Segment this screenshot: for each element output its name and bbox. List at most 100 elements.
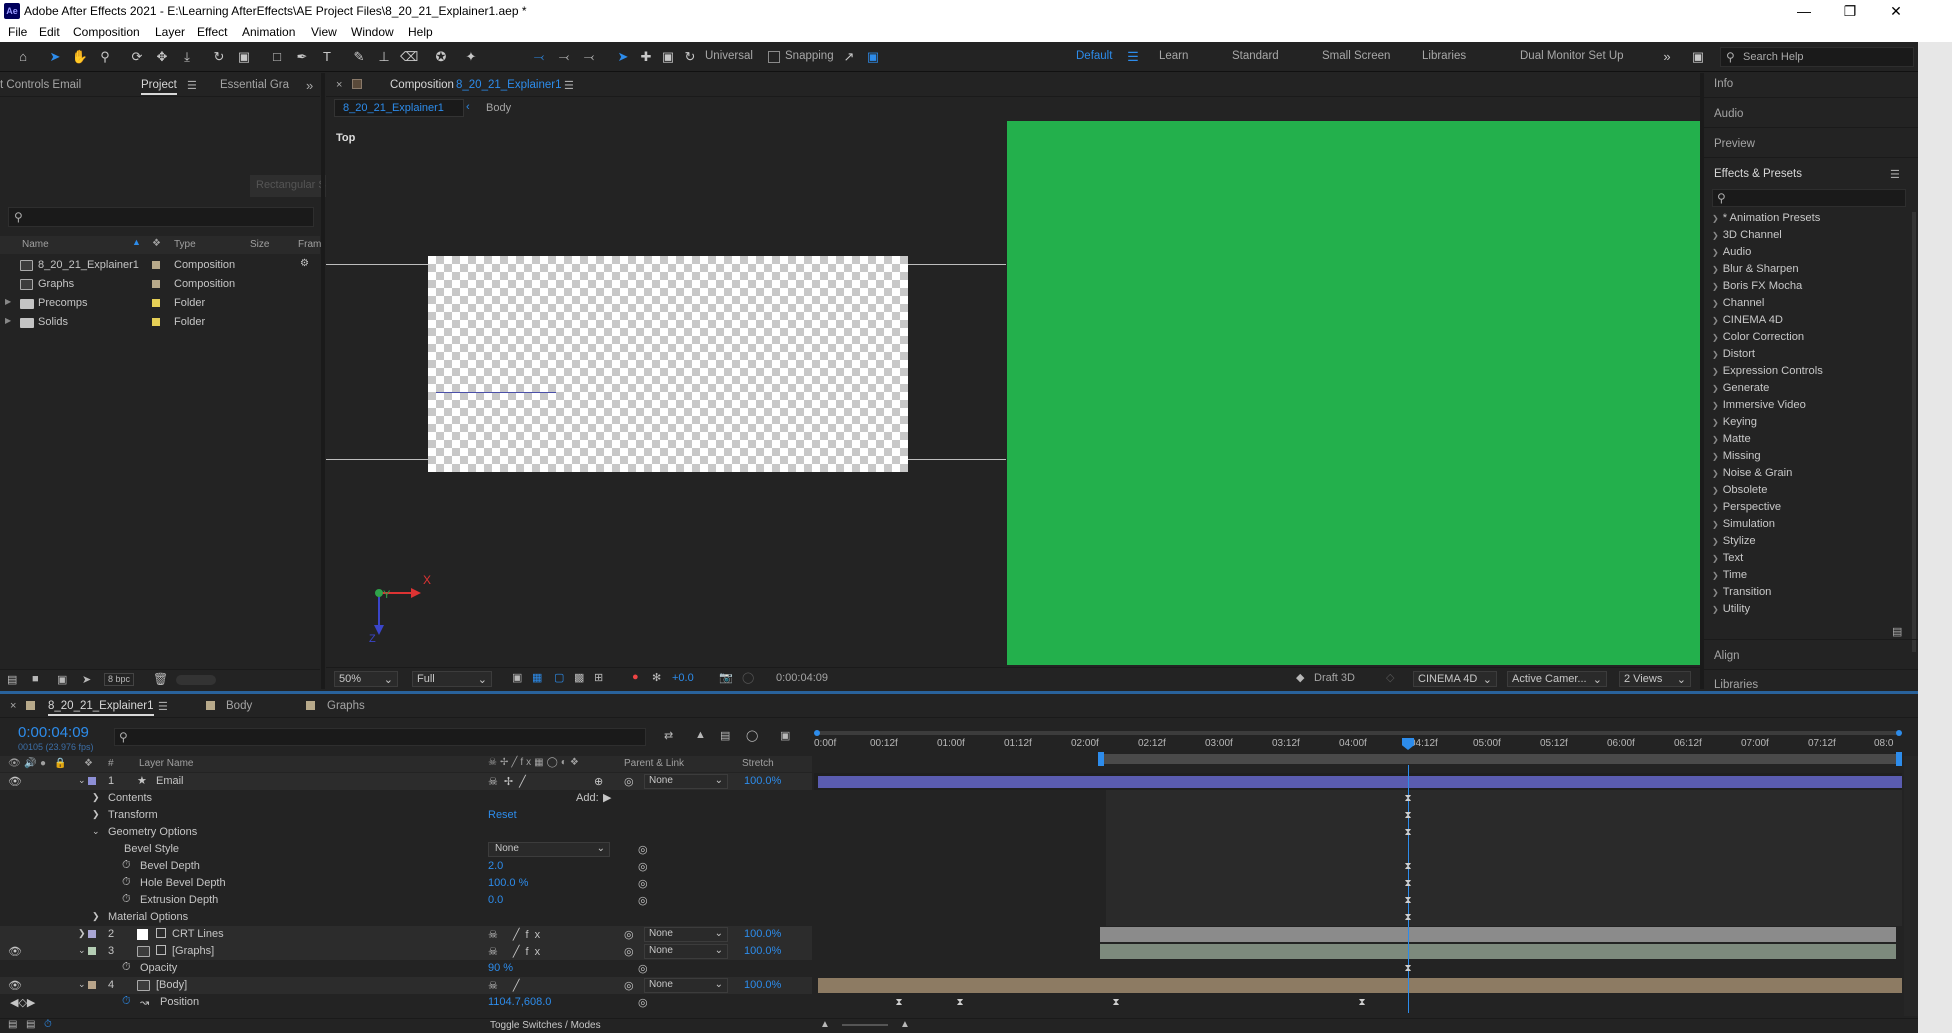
comp-mini-flowchart-icon[interactable]: ⇄ xyxy=(664,729,673,742)
collapse-chevron-icon[interactable]: ⌄ xyxy=(78,979,86,990)
current-time[interactable]: 0:00:04:09 xyxy=(776,672,828,684)
parent-dropdown[interactable]: None ⌄ xyxy=(644,944,728,959)
effect-category[interactable]: ❯ Distort xyxy=(1712,348,1755,365)
tab-effect-controls[interactable]: t Controls Email xyxy=(0,79,81,91)
layer-switches[interactable]: ☠✢╱ xyxy=(488,775,532,788)
project-item[interactable]: ▶ Solids Folder xyxy=(0,313,320,332)
expand-chevron-icon[interactable]: ❯ xyxy=(92,911,100,922)
tab-project[interactable]: Project xyxy=(141,79,177,95)
column-stretch[interactable]: Stretch xyxy=(742,758,774,769)
pickwhip-icon[interactable]: ◎ xyxy=(624,775,634,788)
extended-viewer-icon[interactable]: ◇ xyxy=(1386,671,1394,684)
keyframe-icon[interactable]: ⧗ xyxy=(1403,794,1413,804)
switches-icons[interactable]: ☠✢╱fx▦◯◐❖ xyxy=(488,757,582,768)
keyframe-icon[interactable]: ⧗ xyxy=(1403,811,1413,821)
property-value[interactable]: 90 % xyxy=(488,962,513,974)
effect-category[interactable]: ❯ 3D Channel xyxy=(1712,229,1782,246)
graph-editor-icon[interactable]: ▣ xyxy=(780,729,790,742)
clone-stamp-icon[interactable]: ⊥ xyxy=(375,49,393,65)
close-tab-icon[interactable]: × xyxy=(10,700,16,712)
label-color-swatch[interactable] xyxy=(88,930,96,938)
expression-icon[interactable]: ◎ xyxy=(638,877,648,890)
lock-viewer-icon[interactable] xyxy=(352,79,362,89)
property-group[interactable]: ❯ Transform Reset xyxy=(0,807,812,824)
effect-category[interactable]: ❯ Keying xyxy=(1712,416,1757,433)
minimize-icon[interactable]: — xyxy=(1784,2,1824,20)
restore-icon[interactable]: ❐ xyxy=(1830,2,1870,20)
keyframe-icon[interactable]: ⧗ xyxy=(1403,964,1413,974)
panel-menu-icon[interactable]: ☰ xyxy=(187,79,197,92)
visibility-column-icon[interactable]: 👁 xyxy=(8,758,21,769)
label-color-swatch[interactable] xyxy=(152,261,160,269)
property-value[interactable]: 1104.7,608.0 xyxy=(488,996,551,1008)
snapshot-icon[interactable]: 📷 xyxy=(719,671,733,684)
layer-switches[interactable]: ☠ ╱fx xyxy=(488,928,546,941)
stretch-value[interactable]: 100.0% xyxy=(744,979,781,991)
effect-category[interactable]: ❯ Expression Controls xyxy=(1712,365,1823,382)
snapping-checkbox[interactable] xyxy=(768,51,780,63)
bevel-style-dropdown[interactable]: None ⌄ xyxy=(488,842,610,857)
property-row[interactable]: ◀◇▶ ⏱ ↝ Position 1104.7,608.0 ◎ xyxy=(0,994,812,1011)
collapse-chevron-icon[interactable]: ⌄ xyxy=(78,775,86,786)
eye-icon[interactable]: 👁 xyxy=(8,979,22,992)
viewport-active-camera[interactable] xyxy=(1007,121,1700,665)
composition-name[interactable]: 8_20_21_Explainer1 xyxy=(456,79,562,91)
viewport-top[interactable]: Top X Y Z xyxy=(326,121,1006,665)
layer-switches[interactable]: ☠ ╱ xyxy=(488,979,526,992)
tab-timeline-graphs[interactable]: Graphs xyxy=(327,700,365,712)
keyframe-icon[interactable]: ⧗ xyxy=(1111,998,1121,1008)
timeline-current-time[interactable]: 0:00:04:09 xyxy=(18,724,89,741)
property-group[interactable]: ❯ Contents Add: ▶ xyxy=(0,790,812,807)
layer-bar[interactable] xyxy=(1100,944,1896,959)
magnification-dropdown[interactable]: 50% ⌄ xyxy=(334,671,398,687)
more-workspaces-icon[interactable]: » xyxy=(1658,49,1676,65)
effect-category[interactable]: ❯ Color Correction xyxy=(1712,331,1804,348)
workspace-default[interactable]: Default xyxy=(1076,50,1112,62)
layer-bar[interactable] xyxy=(818,776,1902,788)
search-help-toggle-icon[interactable]: ▣ xyxy=(1689,49,1707,65)
layer-bar[interactable] xyxy=(1100,927,1896,942)
label-color-swatch[interactable] xyxy=(88,981,96,989)
effect-category[interactable]: ❯ Channel xyxy=(1712,297,1764,314)
panel-effects-presets[interactable]: Effects & Presets xyxy=(1714,168,1802,180)
panel-menu-icon[interactable]: ☰ xyxy=(1890,168,1900,181)
interpret-footage-icon[interactable]: ▤ xyxy=(7,673,17,686)
layer-row[interactable]: ❯ 2 CRT Lines ☠ ╱fx ◎ None ⌄ 100.0% xyxy=(0,926,812,943)
tab-essential-graphics[interactable]: Essential Gra xyxy=(220,79,289,91)
menu-animation[interactable]: Animation xyxy=(242,25,295,39)
label-color-swatch[interactable] xyxy=(152,280,160,288)
effect-category[interactable]: ❯ Boris FX Mocha xyxy=(1712,280,1802,297)
keyframe-icon[interactable]: ⧗ xyxy=(1403,896,1413,906)
work-area-end-handle[interactable] xyxy=(1896,752,1902,766)
panel-menu-icon[interactable]: ☰ xyxy=(158,700,168,713)
breadcrumb-body[interactable]: Body xyxy=(486,102,511,114)
workspace-small-screen[interactable]: Small Screen xyxy=(1322,50,1390,62)
effect-category[interactable]: ❯ Simulation xyxy=(1712,518,1775,535)
region-of-interest-icon[interactable]: ▩ xyxy=(574,671,584,684)
project-search-field[interactable]: ⚲ xyxy=(8,207,314,227)
effect-category[interactable]: ❯ Noise & Grain xyxy=(1712,467,1792,484)
keyframe-icon[interactable]: ⧗ xyxy=(894,998,904,1008)
sort-ascending-icon[interactable]: ▲ xyxy=(132,237,141,247)
transparency-grid-icon[interactable]: ▦ xyxy=(532,671,542,684)
flowchart-icon[interactable]: ⚙ xyxy=(300,258,309,269)
panel-preview[interactable]: Preview xyxy=(1714,138,1755,150)
column-parent[interactable]: Parent & Link xyxy=(624,758,684,769)
column-type[interactable]: Type xyxy=(174,239,196,250)
expand-chevron-icon[interactable]: ▶ xyxy=(5,297,11,306)
expand-chevron-icon[interactable]: ▶ xyxy=(5,316,11,325)
workspace-libraries[interactable]: Libraries xyxy=(1422,50,1466,62)
local-axis-icon[interactable]: ⤙ xyxy=(530,49,548,65)
time-ruler[interactable]: 0:00f 00:12f 01:00f 01:12f 02:00f 02:12f… xyxy=(814,730,1902,772)
menu-help[interactable]: Help xyxy=(408,25,433,39)
rectangle-tool-icon[interactable]: □ xyxy=(268,49,286,65)
close-tab-icon[interactable]: × xyxy=(336,79,342,91)
tab-timeline-body[interactable]: Body xyxy=(226,700,252,712)
collapse-chevron-icon[interactable]: ⌄ xyxy=(78,945,86,956)
parent-dropdown[interactable]: None ⌄ xyxy=(644,927,728,942)
work-area-start-handle[interactable] xyxy=(1098,752,1104,766)
hand-tool-icon[interactable]: ✋ xyxy=(71,49,89,65)
bit-depth-button[interactable]: 8 bpc xyxy=(104,673,134,686)
effect-category[interactable]: ❯ Utility xyxy=(1712,603,1750,620)
project-item[interactable]: 8_20_21_Explainer1 Composition ⚙ xyxy=(0,256,320,275)
